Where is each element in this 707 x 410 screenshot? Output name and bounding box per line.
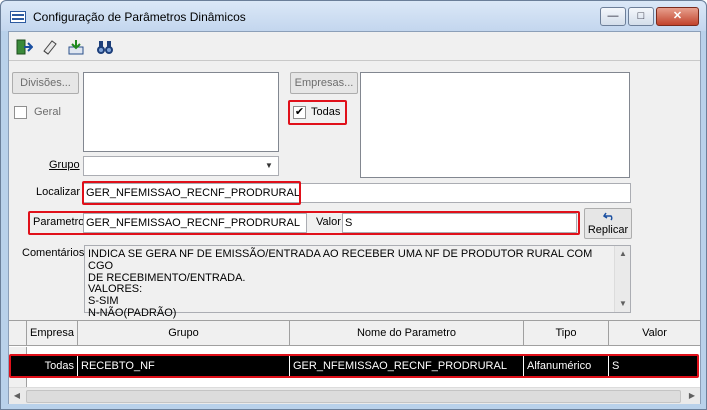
table-row[interactable]: Todas RECEBTO_NF GER_NFEMISSAO_RECNF_PRO… [11,356,697,376]
maximize-button[interactable]: □ [628,7,654,26]
column-header-nome[interactable]: Nome do Parametro [290,321,524,345]
grupo-select[interactable]: ▼ [83,156,279,176]
cell-empresa: Todas [27,356,78,376]
chevron-down-icon[interactable]: ▼ [262,158,276,174]
grid-horizontal-scrollbar[interactable]: ◀ ▶ [9,387,700,404]
eraser-button[interactable] [38,36,61,58]
scroll-down-icon[interactable]: ▼ [615,296,631,312]
comentarios-text: INDICA SE GERA NF DE EMISSÃO/ENTRADA AO … [88,248,593,319]
undo-arrow-icon [603,212,613,221]
empresas-button[interactable]: Empresas... [290,72,358,94]
comentarios-label: Comentários [22,247,85,259]
todas-checkbox[interactable]: ✔ [293,106,306,119]
geral-label: Geral [34,106,61,118]
valor-label: Valor [316,216,341,228]
localizar-label: Localizar [36,186,81,198]
replicar-label: Replicar [587,224,629,236]
parametro-input[interactable]: GER_NFEMISSAO_RECNF_PRODRURAL [83,213,307,233]
title-bar[interactable]: Configuração de Parâmetros Dinâmicos — □… [1,1,706,31]
divisoes-button[interactable]: Divisões... [12,72,79,94]
empresas-list[interactable] [360,72,630,178]
exit-button[interactable] [12,36,35,58]
replicar-button[interactable]: Replicar [584,208,632,239]
scrollbar-thumb[interactable] [26,390,681,403]
comentarios-scrollbar[interactable]: ▲ ▼ [614,246,630,312]
column-header-grupo[interactable]: Grupo [78,321,290,345]
comentarios-memo[interactable]: INDICA SE GERA NF DE EMISSÃO/ENTRADA AO … [84,245,631,319]
grupo-label: Grupo [49,159,80,171]
todas-label: Todas [311,106,341,118]
main-window: Configuração de Parâmetros Dinâmicos — □… [0,0,707,410]
cell-valor: S [612,360,620,372]
grid-header: Empresa Grupo Nome do Parametro Tipo Val… [9,321,700,346]
search-button[interactable] [93,36,116,58]
binoculars-icon [96,41,113,54]
scroll-up-icon[interactable]: ▲ [615,246,631,262]
table-icon [10,11,26,23]
column-header-empresa[interactable]: Empresa [27,321,78,345]
column-header-valor[interactable]: Valor [609,321,700,345]
save-icon [68,40,83,55]
minimize-button[interactable]: — [600,7,626,26]
scroll-left-icon[interactable]: ◀ [9,388,25,404]
eraser-icon [42,40,57,55]
save-button[interactable] [64,36,87,58]
column-header-tipo[interactable]: Tipo [524,321,609,345]
scroll-right-icon[interactable]: ▶ [684,388,700,404]
row-indicator-header [9,321,27,345]
valor-input[interactable]: S [342,213,577,233]
window-title: Configuração de Parâmetros Dinâmicos [33,10,246,24]
cell-nome: GER_NFEMISSAO_RECNF_PRODRURAL [290,356,524,376]
exit-icon [16,39,33,55]
parametro-label: Parametro [33,216,85,228]
divisoes-list[interactable] [83,72,279,152]
cell-grupo: RECEBTO_NF [78,356,290,376]
client-area: Divisões... Geral Empresas... ✔ Todas Gr… [8,31,701,404]
geral-checkbox[interactable] [14,106,27,119]
parameters-grid: Empresa Grupo Nome do Parametro Tipo Val… [9,320,700,404]
localizar-highlight [82,181,301,205]
close-button[interactable]: ✕ [656,7,699,26]
cell-tipo: Alfanumérico [524,356,609,376]
toolbar [9,32,700,61]
